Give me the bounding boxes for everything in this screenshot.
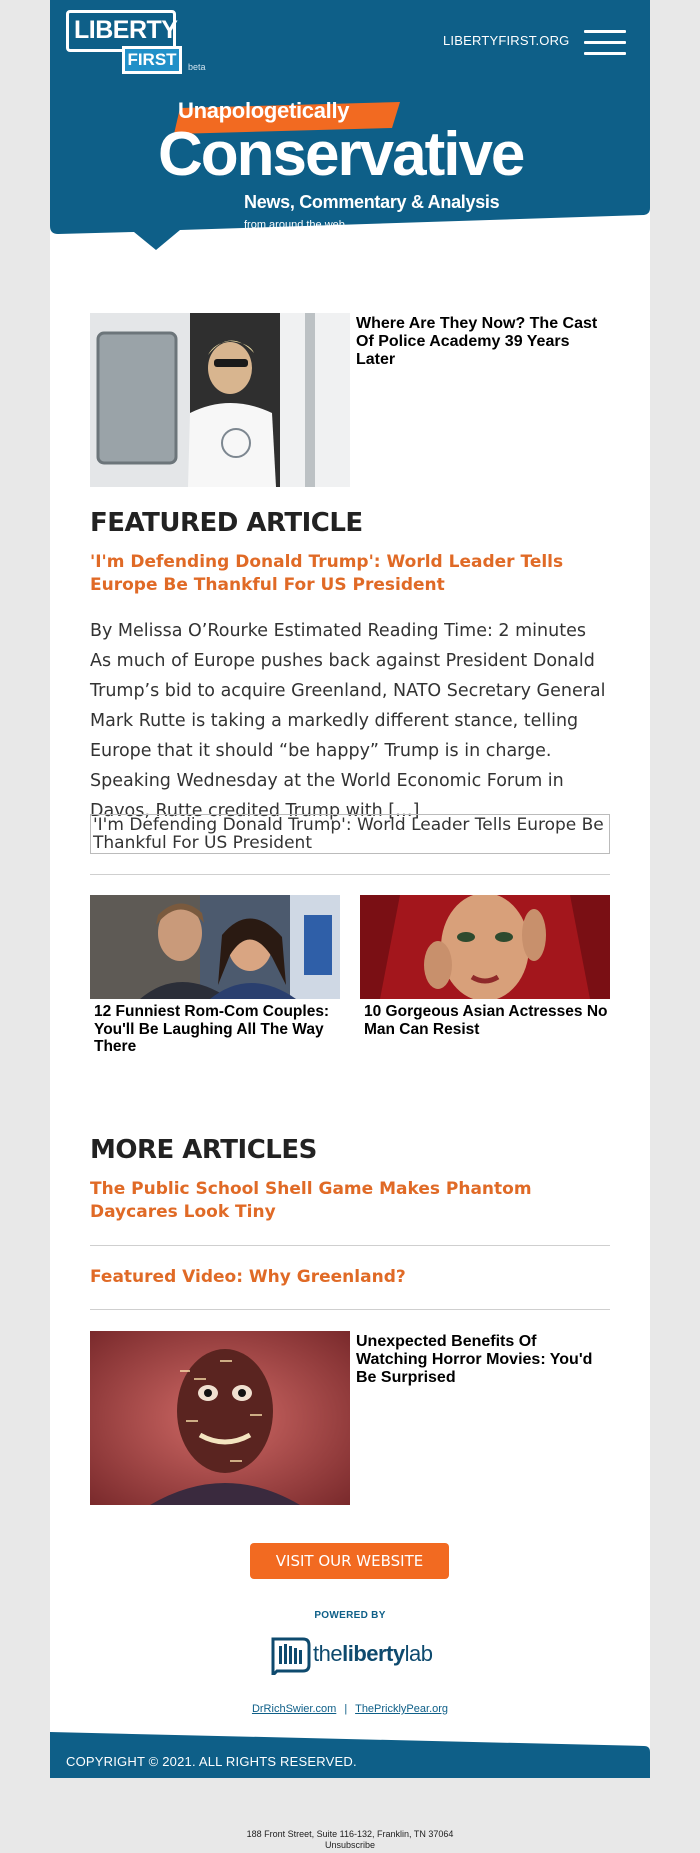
hero-subtitle: News, Commentary & Analysis (244, 192, 500, 212)
thepricklypear-link[interactable]: ThePricklyPear.org (355, 1703, 448, 1715)
sponsored-tile-romcom[interactable]: 12 Funniest Rom-Com Couples: You'll Be L… (90, 895, 340, 1056)
site-link[interactable]: LIBERTYFIRST.ORG (443, 33, 569, 48)
logo-beta-label: beta (188, 62, 206, 72)
tile-title[interactable]: 12 Funniest Rom-Com Couples: You'll Be L… (90, 1003, 340, 1056)
copyright-bar: COPYRIGHT © 2021. ALL RIGHTS RESERVED. (50, 1730, 650, 1778)
hero-title: Conservative (158, 120, 525, 189)
divider (90, 874, 610, 875)
more-articles-heading: MORE ARTICLES (90, 1135, 317, 1165)
featured-article-title[interactable]: 'I'm Defending Donald Trump': World Lead… (90, 551, 610, 597)
ad-image-actresses[interactable] (360, 895, 610, 999)
featured-article-image[interactable]: 'I'm Defending Donald Trump': World Lead… (90, 814, 610, 854)
ad-image-horror[interactable] (90, 1331, 350, 1505)
logo-first-text: FIRST (122, 46, 182, 74)
visit-website-button[interactable]: VISIT OUR WEBSITE (250, 1543, 449, 1579)
ad-title[interactable]: Unexpected Benefits Of Watching Horror M… (356, 1333, 606, 1387)
powered-by-label: POWERED BY (314, 1610, 386, 1621)
liberty-lab-logo[interactable]: thelibertylab (269, 1633, 439, 1677)
top-bar: LIBERTY FIRST beta LIBERTYFIRST.ORG (50, 0, 650, 84)
hero-banner: Unapologetically Conservative News, Comm… (50, 84, 650, 259)
drrichswier-link[interactable]: DrRichSwier.com (252, 1703, 336, 1715)
ad-title[interactable]: Where Are They Now? The Cast Of Police A… (356, 315, 606, 369)
ad-image-romcom[interactable] (90, 895, 340, 999)
more-article-link[interactable]: The Public School Shell Game Makes Phant… (90, 1178, 610, 1224)
footer-links: DrRichSwier.com | ThePricklyPear.org (50, 1703, 650, 1715)
divider (90, 1309, 610, 1310)
sponsored-tile-actresses[interactable]: 10 Gorgeous Asian Actresses No Man Can R… (360, 895, 610, 1038)
ad-image-police-academy[interactable] (90, 313, 350, 487)
mailing-address: 188 Front Street, Suite 116-132, Frankli… (0, 1829, 700, 1851)
sponsored-ad-bottom[interactable]: Unexpected Benefits Of Watching Horror M… (90, 1331, 610, 1505)
unsubscribe-link[interactable]: Unsubscribe (0, 1840, 700, 1851)
address-text: 188 Front Street, Suite 116-132, Frankli… (246, 1829, 454, 1839)
featured-article-excerpt: By Melissa O’Rourke Estimated Reading Ti… (90, 621, 606, 821)
link-separator: | (344, 1703, 348, 1715)
hamburger-menu-icon[interactable] (584, 30, 626, 56)
email-container: LIBERTY FIRST beta LIBERTYFIRST.ORG Unap… (50, 0, 650, 1778)
tile-title[interactable]: 10 Gorgeous Asian Actresses No Man Can R… (360, 1003, 610, 1038)
divider (90, 1245, 610, 1246)
liberty-lab-wordmark: thelibertylab (313, 1641, 433, 1666)
sponsored-ad-top[interactable]: Where Are They Now? The Cast Of Police A… (90, 313, 610, 487)
featured-article-heading: FEATURED ARTICLE (90, 508, 363, 538)
hero-from-text: from around the web (244, 219, 345, 231)
copyright-text: COPYRIGHT © 2021. ALL RIGHTS RESERVED. (66, 1754, 357, 1769)
liberty-lab-icon (271, 1637, 311, 1675)
more-article-link[interactable]: Featured Video: Why Greenland? (90, 1266, 610, 1289)
